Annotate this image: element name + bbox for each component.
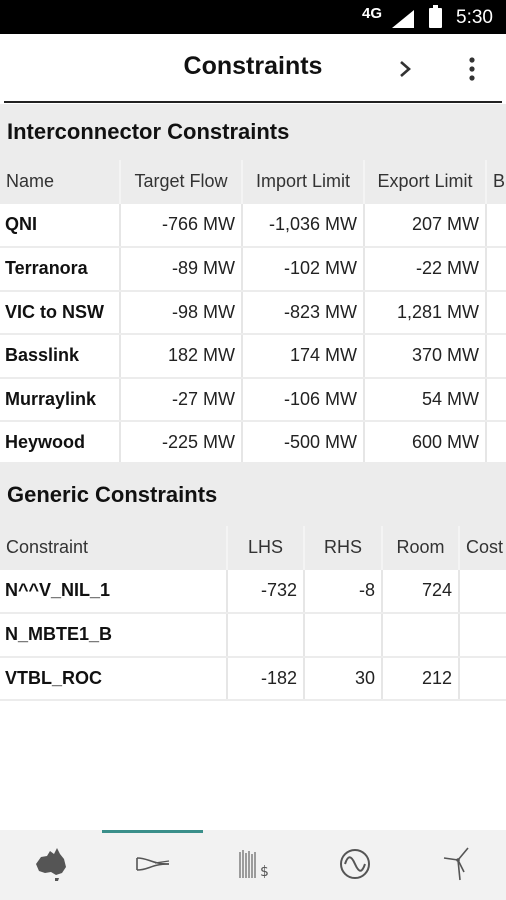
nav-tab-interconnectors[interactable] [102,836,203,896]
cost-value [459,613,506,658]
target-flow-value: -766 MW [120,203,243,248]
column-header-target-flow[interactable]: Target Flow [120,160,243,204]
rhs-value: -8 [304,569,383,614]
room-value: 212 [382,656,460,701]
room-value [382,613,460,658]
import-limit-value: -106 MW [242,377,365,422]
column-header-name[interactable]: Name [0,160,121,204]
table-row[interactable]: Terranora -89 MW -102 MW -22 MW [0,247,506,292]
interconnector-name: Basslink [0,334,121,379]
interconnector-name: Terranora [0,247,121,292]
interconnector-section-title: Interconnector Constraints [0,104,506,160]
table-row[interactable]: QNI -766 MW -1,036 MW 207 MW [0,203,506,248]
constraint-name: N_MBTE1_B [0,613,228,658]
column-header-cost[interactable]: Cost [459,526,506,570]
price-icon: $ [239,850,269,880]
status-time: 5:30 [456,7,493,28]
column-header-constraint[interactable]: Constraint [0,526,228,570]
constraint-name: N^^V_NIL_1 [0,569,228,614]
import-limit-value: -823 MW [242,290,365,335]
export-limit-value: 207 MW [364,203,487,248]
table-row[interactable]: N^^V_NIL_1 -732 -8 724 [0,569,506,614]
truncated-cell [486,377,506,422]
interconnector-name: QNI [0,203,121,248]
battery-icon [429,5,442,28]
column-header-lhs[interactable]: LHS [227,526,305,570]
target-flow-value: 182 MW [120,334,243,379]
wind-turbine-icon [443,847,469,881]
table-row[interactable]: VTBL_ROC -182 30 212 [0,656,506,701]
frequency-icon [340,849,370,879]
toolbar-divider [4,101,502,103]
generic-constraints-table: Constraint LHS RHS Room Cost N^^V_NIL_1 … [0,526,506,701]
chevron-right-icon[interactable] [392,54,420,84]
cost-value [459,569,506,614]
page-title: Constraints [183,52,323,80]
interconnector-name: VIC to NSW [0,290,121,335]
more-vert-icon[interactable] [462,54,482,84]
active-tab-indicator [102,830,203,833]
table-header-row: Name Target Flow Import Limit Export Lim… [0,160,506,204]
import-limit-value: -500 MW [242,421,365,466]
nav-tab-map[interactable] [0,836,101,896]
network-type: 4G [362,5,383,22]
target-flow-value: -225 MW [120,421,243,466]
interconnector-table: Name Target Flow Import Limit Export Lim… [0,160,506,466]
column-header-room[interactable]: Room [382,526,460,570]
toolbar: Constraints [0,34,506,102]
truncated-cell [486,421,506,466]
truncated-cell [486,203,506,248]
column-header-rhs[interactable]: RHS [304,526,383,570]
room-value: 724 [382,569,460,614]
table-header-row: Constraint LHS RHS Room Cost [0,526,506,570]
nav-tab-renewables[interactable] [405,836,506,896]
lhs-value: -182 [227,656,305,701]
target-flow-value: -89 MW [120,247,243,292]
cost-value [459,656,506,701]
rhs-value: 30 [304,656,383,701]
svg-text:$: $ [260,864,269,880]
lhs-value: -732 [227,569,305,614]
import-limit-value: -1,036 MW [242,203,365,248]
generic-section-title: Generic Constraints [0,462,506,526]
import-limit-value: -102 MW [242,247,365,292]
rhs-value [304,613,383,658]
column-header-truncated[interactable]: B [486,160,506,204]
export-limit-value: 600 MW [364,421,487,466]
column-header-import-limit[interactable]: Import Limit [242,160,365,204]
table-row[interactable]: Murraylink -27 MW -106 MW 54 MW [0,377,506,422]
export-limit-value: 54 MW [364,377,487,422]
interconnector-name: Heywood [0,421,121,466]
table-row[interactable]: VIC to NSW -98 MW -823 MW 1,281 MW [0,290,506,335]
truncated-cell [486,290,506,335]
target-flow-value: -27 MW [120,377,243,422]
bottom-navigation: $ [0,830,506,900]
nav-tab-prices[interactable]: $ [203,836,304,896]
status-bar: 4G 5:30 [0,0,506,34]
import-limit-value: 174 MW [242,334,365,379]
export-limit-value: 1,281 MW [364,290,487,335]
signal-icon [392,10,414,28]
table-row[interactable]: Basslink 182 MW 174 MW 370 MW [0,334,506,379]
lhs-value [227,613,305,658]
nav-tab-frequency[interactable] [304,836,405,896]
export-limit-value: -22 MW [364,247,487,292]
export-limit-value: 370 MW [364,334,487,379]
target-flow-value: -98 MW [120,290,243,335]
table-row[interactable]: N_MBTE1_B [0,613,506,658]
constraint-name: VTBL_ROC [0,656,228,701]
interconnector-icon [136,857,170,871]
truncated-cell [486,247,506,292]
table-row[interactable]: Heywood -225 MW -500 MW 600 MW [0,421,506,466]
column-header-export-limit[interactable]: Export Limit [364,160,487,204]
interconnector-name: Murraylink [0,377,121,422]
truncated-cell [486,334,506,379]
australia-map-icon [36,848,66,881]
